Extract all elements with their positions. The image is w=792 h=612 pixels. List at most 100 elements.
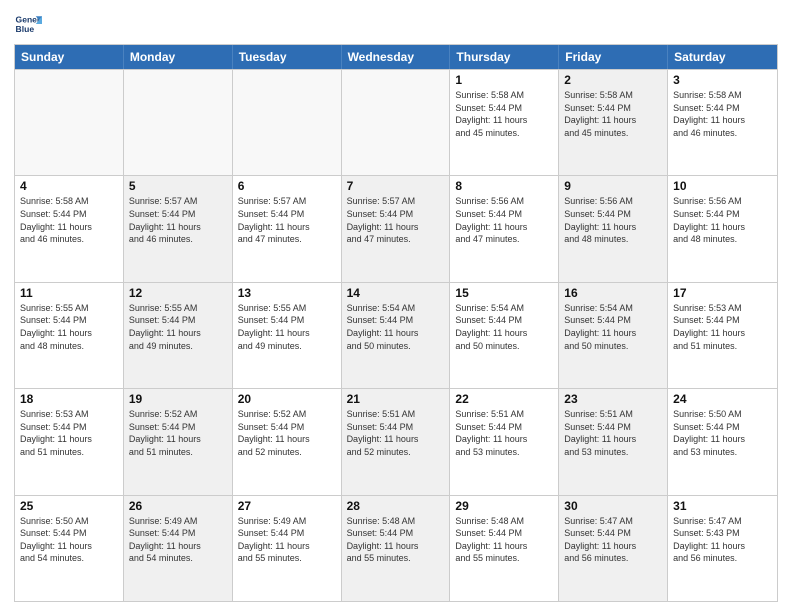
day-number: 24 bbox=[673, 392, 772, 406]
day-number: 14 bbox=[347, 286, 445, 300]
weekday-header-friday: Friday bbox=[559, 45, 668, 69]
day-info: Sunrise: 5:55 AM Sunset: 5:44 PM Dayligh… bbox=[238, 302, 336, 352]
calendar-day-14: 14 Sunrise: 5:54 AM Sunset: 5:44 PM Dayli… bbox=[342, 283, 451, 388]
svg-text:Blue: Blue bbox=[16, 24, 35, 34]
day-info: Sunrise: 5:49 AM Sunset: 5:44 PM Dayligh… bbox=[129, 515, 227, 565]
calendar-day-1: 1Sunrise: 5:58 AM Sunset: 5:44 PM Daylig… bbox=[450, 70, 559, 175]
day-info: Sunrise: 5:58 AM Sunset: 5:44 PM Dayligh… bbox=[673, 89, 772, 139]
day-info: Sunrise: 5:55 AM Sunset: 5:44 PM Dayligh… bbox=[129, 302, 227, 352]
day-number: 27 bbox=[238, 499, 336, 513]
day-number: 4 bbox=[20, 179, 118, 193]
day-number: 26 bbox=[129, 499, 227, 513]
day-number: 20 bbox=[238, 392, 336, 406]
calendar-day-28: 28 Sunrise: 5:48 AM Sunset: 5:44 PM Dayli… bbox=[342, 496, 451, 601]
calendar-day-6: 6Sunrise: 5:57 AM Sunset: 5:44 PM Daylig… bbox=[233, 176, 342, 281]
weekday-header-monday: Monday bbox=[124, 45, 233, 69]
calendar-day-3: 3Sunrise: 5:58 AM Sunset: 5:44 PM Daylig… bbox=[668, 70, 777, 175]
day-info: Sunrise: 5:54 AM Sunset: 5:44 PM Dayligh… bbox=[564, 302, 662, 352]
calendar-day-11: 11 Sunrise: 5:55 AM Sunset: 5:44 PM Dayli… bbox=[15, 283, 124, 388]
calendar-day-9: 9 Sunrise: 5:56 AM Sunset: 5:44 PM Daylig… bbox=[559, 176, 668, 281]
day-number: 28 bbox=[347, 499, 445, 513]
day-number: 19 bbox=[129, 392, 227, 406]
calendar-empty-cell bbox=[124, 70, 233, 175]
calendar-day-31: 31Sunrise: 5:47 AM Sunset: 5:43 PM Dayli… bbox=[668, 496, 777, 601]
day-number: 18 bbox=[20, 392, 118, 406]
calendar-day-7: 7 Sunrise: 5:57 AM Sunset: 5:44 PM Daylig… bbox=[342, 176, 451, 281]
calendar-row-3: 18 Sunrise: 5:53 AM Sunset: 5:44 PM Dayli… bbox=[15, 388, 777, 494]
calendar-day-17: 17 Sunrise: 5:53 AM Sunset: 5:44 PM Dayli… bbox=[668, 283, 777, 388]
weekday-header-sunday: Sunday bbox=[15, 45, 124, 69]
day-number: 15 bbox=[455, 286, 553, 300]
day-number: 31 bbox=[673, 499, 772, 513]
day-info: Sunrise: 5:50 AM Sunset: 5:44 PM Dayligh… bbox=[20, 515, 118, 565]
logo: General Blue bbox=[14, 10, 46, 38]
day-number: 22 bbox=[455, 392, 553, 406]
day-number: 5 bbox=[129, 179, 227, 193]
day-info: Sunrise: 5:53 AM Sunset: 5:44 PM Dayligh… bbox=[673, 302, 772, 352]
weekday-header-saturday: Saturday bbox=[668, 45, 777, 69]
day-number: 17 bbox=[673, 286, 772, 300]
calendar-day-27: 27 Sunrise: 5:49 AM Sunset: 5:44 PM Dayli… bbox=[233, 496, 342, 601]
day-number: 25 bbox=[20, 499, 118, 513]
day-number: 11 bbox=[20, 286, 118, 300]
day-number: 7 bbox=[347, 179, 445, 193]
day-number: 6 bbox=[238, 179, 336, 193]
day-info: Sunrise: 5:57 AM Sunset: 5:44 PM Dayligh… bbox=[129, 195, 227, 245]
calendar-day-20: 20 Sunrise: 5:52 AM Sunset: 5:44 PM Dayli… bbox=[233, 389, 342, 494]
calendar-empty-cell bbox=[342, 70, 451, 175]
day-number: 21 bbox=[347, 392, 445, 406]
calendar-day-5: 5 Sunrise: 5:57 AM Sunset: 5:44 PM Daylig… bbox=[124, 176, 233, 281]
day-number: 8 bbox=[455, 179, 553, 193]
calendar-day-16: 16Sunrise: 5:54 AM Sunset: 5:44 PM Dayli… bbox=[559, 283, 668, 388]
calendar-header: SundayMondayTuesdayWednesdayThursdayFrid… bbox=[15, 45, 777, 69]
day-number: 13 bbox=[238, 286, 336, 300]
calendar-day-12: 12 Sunrise: 5:55 AM Sunset: 5:44 PM Dayli… bbox=[124, 283, 233, 388]
day-info: Sunrise: 5:56 AM Sunset: 5:44 PM Dayligh… bbox=[673, 195, 772, 245]
day-info: Sunrise: 5:58 AM Sunset: 5:44 PM Dayligh… bbox=[564, 89, 662, 139]
calendar-day-24: 24 Sunrise: 5:50 AM Sunset: 5:44 PM Dayli… bbox=[668, 389, 777, 494]
header: General Blue bbox=[14, 10, 778, 38]
day-info: Sunrise: 5:56 AM Sunset: 5:44 PM Dayligh… bbox=[455, 195, 553, 245]
day-info: Sunrise: 5:50 AM Sunset: 5:44 PM Dayligh… bbox=[673, 408, 772, 458]
calendar-day-15: 15 Sunrise: 5:54 AM Sunset: 5:44 PM Dayli… bbox=[450, 283, 559, 388]
weekday-header-thursday: Thursday bbox=[450, 45, 559, 69]
day-info: Sunrise: 5:52 AM Sunset: 5:44 PM Dayligh… bbox=[238, 408, 336, 458]
calendar-day-29: 29 Sunrise: 5:48 AM Sunset: 5:44 PM Dayli… bbox=[450, 496, 559, 601]
day-info: Sunrise: 5:49 AM Sunset: 5:44 PM Dayligh… bbox=[238, 515, 336, 565]
day-info: Sunrise: 5:53 AM Sunset: 5:44 PM Dayligh… bbox=[20, 408, 118, 458]
day-number: 29 bbox=[455, 499, 553, 513]
day-number: 10 bbox=[673, 179, 772, 193]
calendar-day-22: 22 Sunrise: 5:51 AM Sunset: 5:44 PM Dayli… bbox=[450, 389, 559, 494]
day-info: Sunrise: 5:58 AM Sunset: 5:44 PM Dayligh… bbox=[20, 195, 118, 245]
page: General Blue SundayMondayTuesdayWednesda… bbox=[0, 0, 792, 612]
day-info: Sunrise: 5:51 AM Sunset: 5:44 PM Dayligh… bbox=[455, 408, 553, 458]
calendar-day-18: 18 Sunrise: 5:53 AM Sunset: 5:44 PM Dayli… bbox=[15, 389, 124, 494]
day-info: Sunrise: 5:52 AM Sunset: 5:44 PM Dayligh… bbox=[129, 408, 227, 458]
day-info: Sunrise: 5:56 AM Sunset: 5:44 PM Dayligh… bbox=[564, 195, 662, 245]
day-info: Sunrise: 5:47 AM Sunset: 5:44 PM Dayligh… bbox=[564, 515, 662, 565]
day-info: Sunrise: 5:54 AM Sunset: 5:44 PM Dayligh… bbox=[347, 302, 445, 352]
calendar-row-4: 25 Sunrise: 5:50 AM Sunset: 5:44 PM Dayli… bbox=[15, 495, 777, 601]
calendar-day-2: 2Sunrise: 5:58 AM Sunset: 5:44 PM Daylig… bbox=[559, 70, 668, 175]
day-info: Sunrise: 5:48 AM Sunset: 5:44 PM Dayligh… bbox=[455, 515, 553, 565]
calendar-row-0: 1Sunrise: 5:58 AM Sunset: 5:44 PM Daylig… bbox=[15, 69, 777, 175]
day-number: 23 bbox=[564, 392, 662, 406]
calendar-day-23: 23Sunrise: 5:51 AM Sunset: 5:44 PM Dayli… bbox=[559, 389, 668, 494]
calendar-body: 1Sunrise: 5:58 AM Sunset: 5:44 PM Daylig… bbox=[15, 69, 777, 601]
day-info: Sunrise: 5:48 AM Sunset: 5:44 PM Dayligh… bbox=[347, 515, 445, 565]
weekday-header-tuesday: Tuesday bbox=[233, 45, 342, 69]
calendar-day-25: 25 Sunrise: 5:50 AM Sunset: 5:44 PM Dayli… bbox=[15, 496, 124, 601]
calendar-day-19: 19 Sunrise: 5:52 AM Sunset: 5:44 PM Dayli… bbox=[124, 389, 233, 494]
day-info: Sunrise: 5:54 AM Sunset: 5:44 PM Dayligh… bbox=[455, 302, 553, 352]
calendar-empty-cell bbox=[15, 70, 124, 175]
day-info: Sunrise: 5:55 AM Sunset: 5:44 PM Dayligh… bbox=[20, 302, 118, 352]
day-number: 9 bbox=[564, 179, 662, 193]
logo-icon: General Blue bbox=[14, 10, 42, 38]
calendar-day-10: 10 Sunrise: 5:56 AM Sunset: 5:44 PM Dayli… bbox=[668, 176, 777, 281]
calendar-row-1: 4 Sunrise: 5:58 AM Sunset: 5:44 PM Daylig… bbox=[15, 175, 777, 281]
day-number: 30 bbox=[564, 499, 662, 513]
day-info: Sunrise: 5:57 AM Sunset: 5:44 PM Dayligh… bbox=[347, 195, 445, 245]
day-number: 12 bbox=[129, 286, 227, 300]
calendar-day-30: 30 Sunrise: 5:47 AM Sunset: 5:44 PM Dayli… bbox=[559, 496, 668, 601]
calendar-day-4: 4 Sunrise: 5:58 AM Sunset: 5:44 PM Daylig… bbox=[15, 176, 124, 281]
